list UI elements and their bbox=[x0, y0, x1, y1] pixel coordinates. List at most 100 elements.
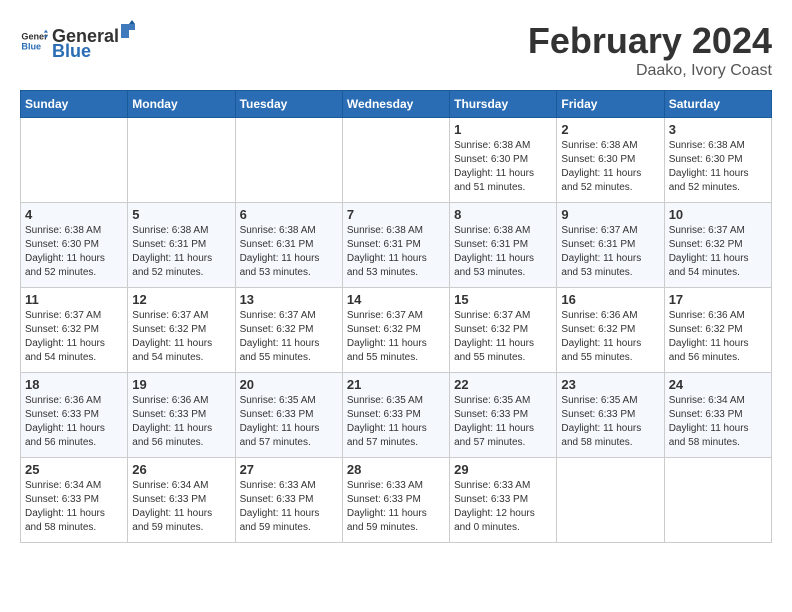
calendar-week-row: 4 Sunrise: 6:38 AMSunset: 6:30 PMDaylight… bbox=[21, 203, 772, 288]
day-number: 29 bbox=[454, 462, 552, 477]
day-info: Sunrise: 6:35 AMSunset: 6:33 PMDaylight:… bbox=[454, 394, 552, 450]
day-number: 1 bbox=[454, 122, 552, 137]
table-row: 17 Sunrise: 6:36 AMSunset: 6:32 PMDayligh… bbox=[664, 288, 771, 373]
table-row: 15 Sunrise: 6:37 AMSunset: 6:32 PMDayligh… bbox=[450, 288, 557, 373]
day-info: Sunrise: 6:38 AMSunset: 6:30 PMDaylight:… bbox=[669, 139, 767, 195]
day-number: 23 bbox=[561, 377, 659, 392]
day-info: Sunrise: 6:37 AMSunset: 6:32 PMDaylight:… bbox=[240, 309, 338, 365]
day-number: 14 bbox=[347, 292, 445, 307]
table-row: 9Sunrise: 6:37 AMSunset: 6:31 PMDaylight… bbox=[557, 203, 664, 288]
day-info: Sunrise: 6:33 AMSunset: 6:33 PMDaylight:… bbox=[240, 479, 338, 535]
day-info: Sunrise: 6:38 AMSunset: 6:31 PMDaylight:… bbox=[347, 224, 445, 280]
calendar-week-row: 25 Sunrise: 6:34 AMSunset: 6:33 PMDayligh… bbox=[21, 458, 772, 543]
day-info: Sunrise: 6:34 AMSunset: 6:33 PMDaylight:… bbox=[25, 479, 123, 535]
table-row: 14 Sunrise: 6:37 AMSunset: 6:32 PMDayligh… bbox=[342, 288, 449, 373]
day-info: Sunrise: 6:38 AMSunset: 6:31 PMDaylight:… bbox=[454, 224, 552, 280]
svg-text:Blue: Blue bbox=[21, 41, 41, 51]
day-info: Sunrise: 6:37 AMSunset: 6:32 PMDaylight:… bbox=[454, 309, 552, 365]
day-number: 2 bbox=[561, 122, 659, 137]
header-wednesday: Wednesday bbox=[342, 91, 449, 118]
calendar-table: Sunday Monday Tuesday Wednesday Thursday… bbox=[20, 90, 772, 543]
days-header-row: Sunday Monday Tuesday Wednesday Thursday… bbox=[21, 91, 772, 118]
day-info: Sunrise: 6:38 AMSunset: 6:30 PMDaylight:… bbox=[25, 224, 123, 280]
day-number: 25 bbox=[25, 462, 123, 477]
day-info: Sunrise: 6:36 AMSunset: 6:33 PMDaylight:… bbox=[25, 394, 123, 450]
table-row bbox=[21, 118, 128, 203]
calendar-week-row: 11Sunrise: 6:37 AMSunset: 6:32 PMDayligh… bbox=[21, 288, 772, 373]
day-info: Sunrise: 6:36 AMSunset: 6:32 PMDaylight:… bbox=[561, 309, 659, 365]
day-info: Sunrise: 6:36 AMSunset: 6:33 PMDaylight:… bbox=[132, 394, 230, 450]
header-sunday: Sunday bbox=[21, 91, 128, 118]
day-info: Sunrise: 6:35 AMSunset: 6:33 PMDaylight:… bbox=[347, 394, 445, 450]
day-info: Sunrise: 6:33 AMSunset: 6:33 PMDaylight:… bbox=[347, 479, 445, 535]
day-info: Sunrise: 6:36 AMSunset: 6:32 PMDaylight:… bbox=[669, 309, 767, 365]
header: General Blue General Blue February 2024 … bbox=[20, 20, 772, 80]
table-row bbox=[128, 118, 235, 203]
header-thursday: Thursday bbox=[450, 91, 557, 118]
day-number: 12 bbox=[132, 292, 230, 307]
day-number: 7 bbox=[347, 207, 445, 222]
day-number: 24 bbox=[669, 377, 767, 392]
day-info: Sunrise: 6:34 AMSunset: 6:33 PMDaylight:… bbox=[132, 479, 230, 535]
table-row: 11Sunrise: 6:37 AMSunset: 6:32 PMDayligh… bbox=[21, 288, 128, 373]
table-row: 5Sunrise: 6:38 AMSunset: 6:31 PMDaylight… bbox=[128, 203, 235, 288]
table-row bbox=[342, 118, 449, 203]
day-number: 20 bbox=[240, 377, 338, 392]
day-info: Sunrise: 6:37 AMSunset: 6:32 PMDaylight:… bbox=[347, 309, 445, 365]
day-number: 10 bbox=[669, 207, 767, 222]
calendar-subtitle: Daako, Ivory Coast bbox=[528, 62, 772, 80]
day-info: Sunrise: 6:37 AMSunset: 6:32 PMDaylight:… bbox=[25, 309, 123, 365]
day-info: Sunrise: 6:37 AMSunset: 6:32 PMDaylight:… bbox=[132, 309, 230, 365]
table-row: 7 Sunrise: 6:38 AMSunset: 6:31 PMDaylight… bbox=[342, 203, 449, 288]
table-row: 26 Sunrise: 6:34 AMSunset: 6:33 PMDayligh… bbox=[128, 458, 235, 543]
day-number: 13 bbox=[240, 292, 338, 307]
day-info: Sunrise: 6:35 AMSunset: 6:33 PMDaylight:… bbox=[240, 394, 338, 450]
day-number: 22 bbox=[454, 377, 552, 392]
table-row: 25 Sunrise: 6:34 AMSunset: 6:33 PMDayligh… bbox=[21, 458, 128, 543]
day-number: 4 bbox=[25, 207, 123, 222]
day-info: Sunrise: 6:38 AMSunset: 6:30 PMDaylight:… bbox=[561, 139, 659, 195]
day-info: Sunrise: 6:38 AMSunset: 6:31 PMDaylight:… bbox=[240, 224, 338, 280]
table-row: 23 Sunrise: 6:35 AMSunset: 6:33 PMDayligh… bbox=[557, 373, 664, 458]
svg-text:General: General bbox=[21, 32, 48, 42]
header-monday: Monday bbox=[128, 91, 235, 118]
table-row: 3 Sunrise: 6:38 AMSunset: 6:30 PMDaylight… bbox=[664, 118, 771, 203]
day-number: 27 bbox=[240, 462, 338, 477]
day-number: 26 bbox=[132, 462, 230, 477]
logo-icon: General Blue bbox=[20, 27, 48, 55]
table-row: 8Sunrise: 6:38 AMSunset: 6:31 PMDaylight… bbox=[450, 203, 557, 288]
table-row bbox=[235, 118, 342, 203]
day-number: 16 bbox=[561, 292, 659, 307]
day-number: 17 bbox=[669, 292, 767, 307]
logo-arrow-icon bbox=[119, 20, 137, 42]
header-saturday: Saturday bbox=[664, 91, 771, 118]
table-row: 22 Sunrise: 6:35 AMSunset: 6:33 PMDayligh… bbox=[450, 373, 557, 458]
day-info: Sunrise: 6:38 AMSunset: 6:30 PMDaylight:… bbox=[454, 139, 552, 195]
table-row: 2 Sunrise: 6:38 AMSunset: 6:30 PMDaylight… bbox=[557, 118, 664, 203]
day-number: 15 bbox=[454, 292, 552, 307]
day-number: 28 bbox=[347, 462, 445, 477]
day-number: 3 bbox=[669, 122, 767, 137]
table-row: 21 Sunrise: 6:35 AMSunset: 6:33 PMDayligh… bbox=[342, 373, 449, 458]
table-row: 18 Sunrise: 6:36 AMSunset: 6:33 PMDayligh… bbox=[21, 373, 128, 458]
table-row: 29Sunrise: 6:33 AMSunset: 6:33 PMDayligh… bbox=[450, 458, 557, 543]
day-number: 9 bbox=[561, 207, 659, 222]
header-friday: Friday bbox=[557, 91, 664, 118]
table-row: 19 Sunrise: 6:36 AMSunset: 6:33 PMDayligh… bbox=[128, 373, 235, 458]
table-row: 20 Sunrise: 6:35 AMSunset: 6:33 PMDayligh… bbox=[235, 373, 342, 458]
table-row: 27 Sunrise: 6:33 AMSunset: 6:33 PMDayligh… bbox=[235, 458, 342, 543]
calendar-title: February 2024 bbox=[528, 20, 772, 62]
title-area: February 2024 Daako, Ivory Coast bbox=[528, 20, 772, 80]
day-number: 19 bbox=[132, 377, 230, 392]
table-row: 12 Sunrise: 6:37 AMSunset: 6:32 PMDayligh… bbox=[128, 288, 235, 373]
day-info: Sunrise: 6:37 AMSunset: 6:32 PMDaylight:… bbox=[669, 224, 767, 280]
logo: General Blue General Blue bbox=[20, 20, 137, 62]
day-info: Sunrise: 6:34 AMSunset: 6:33 PMDaylight:… bbox=[669, 394, 767, 450]
day-number: 21 bbox=[347, 377, 445, 392]
day-number: 18 bbox=[25, 377, 123, 392]
table-row: 1 Sunrise: 6:38 AMSunset: 6:30 PMDaylight… bbox=[450, 118, 557, 203]
table-row: 13 Sunrise: 6:37 AMSunset: 6:32 PMDayligh… bbox=[235, 288, 342, 373]
day-info: Sunrise: 6:35 AMSunset: 6:33 PMDaylight:… bbox=[561, 394, 659, 450]
day-number: 6 bbox=[240, 207, 338, 222]
day-info: Sunrise: 6:38 AMSunset: 6:31 PMDaylight:… bbox=[132, 224, 230, 280]
